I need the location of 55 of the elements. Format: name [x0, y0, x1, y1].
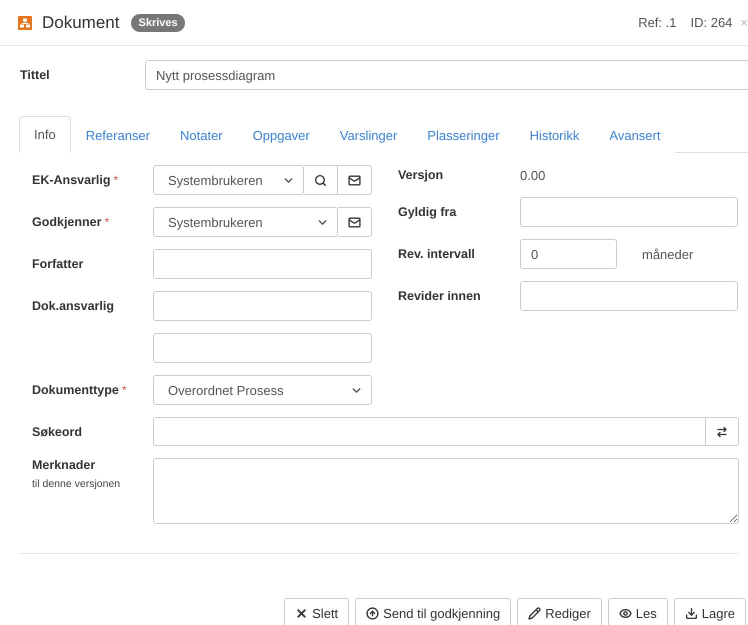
swap-button[interactable] — [705, 417, 739, 446]
required-mark: * — [114, 173, 118, 187]
input-field[interactable] — [520, 281, 738, 311]
field-label: Dokumenttype — [32, 383, 119, 397]
field-label: Godkjenner — [32, 215, 102, 229]
version-value: 0.00 — [520, 168, 546, 182]
eye-icon — [618, 606, 632, 620]
input-field[interactable] — [153, 333, 372, 363]
field-label: Tittel — [20, 68, 50, 82]
download-icon — [684, 606, 698, 620]
select-field[interactable]: Overordnet Prosess — [153, 375, 372, 405]
field-label: Søkeord — [32, 424, 82, 438]
search-icon — [314, 174, 327, 186]
action-button[interactable]: Slett — [284, 598, 350, 625]
window-title: Dokument — [42, 12, 120, 32]
unit-label: måneder — [642, 246, 694, 262]
action-button[interactable]: Rediger — [517, 598, 602, 625]
reference-text: Ref: .1 — [638, 15, 676, 30]
search-button[interactable] — [304, 165, 338, 195]
tab[interactable]: Info — [19, 116, 71, 153]
field-label: Merknader — [32, 458, 96, 472]
action-button[interactable]: Send til godkjenning — [355, 598, 512, 625]
email-button[interactable] — [338, 207, 372, 237]
required-mark: * — [104, 215, 110, 229]
select-field[interactable]: Systembrukeren — [153, 165, 304, 195]
tab[interactable]: Referanser — [70, 116, 165, 153]
diagram-logo-icon — [18, 16, 32, 30]
swap-arrows-icon — [716, 426, 728, 438]
envelope-icon — [348, 174, 361, 186]
pencil-icon — [528, 606, 542, 620]
required-mark: * — [122, 383, 126, 397]
field-label: Dok.ansvarlig — [32, 299, 114, 313]
field-label: EK-Ansvarlig — [32, 173, 110, 187]
id-text: ID: 264 — [690, 15, 732, 30]
status-badge: Skrives — [131, 14, 185, 32]
input-field[interactable] — [153, 249, 372, 279]
field-label: Gyldig fra — [398, 205, 456, 219]
email-button[interactable] — [338, 165, 372, 195]
field-label: Revider innen — [398, 289, 481, 303]
close-icon — [295, 606, 308, 620]
notes-field[interactable] — [153, 458, 739, 524]
field-label: Versjon — [398, 168, 444, 182]
arrow-up-circle-icon — [366, 606, 380, 620]
title-field[interactable]: Nytt prosessdiagram — [145, 60, 748, 90]
input-field[interactable] — [520, 197, 738, 227]
select-field[interactable]: Systembrukeren — [153, 207, 338, 237]
field-hint: til denne versjonen — [32, 478, 122, 490]
input-field[interactable] — [153, 291, 372, 321]
input-field[interactable]: 0 — [520, 239, 617, 269]
envelope-icon — [348, 216, 361, 228]
field-label: Rev. intervall — [398, 247, 475, 261]
field-label: Forfatter — [32, 257, 84, 271]
keywords-field[interactable] — [153, 417, 705, 446]
action-button[interactable]: Lagre — [674, 598, 746, 625]
action-button[interactable]: Les — [608, 598, 668, 625]
